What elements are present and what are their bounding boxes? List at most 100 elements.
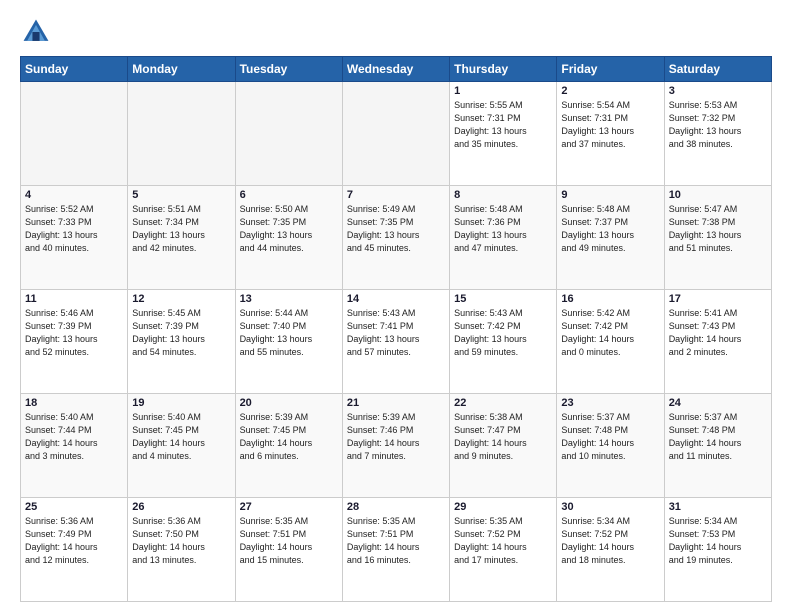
day-number: 2 <box>561 85 659 97</box>
calendar-cell: 16 Sunrise: 5:42 AM Sunset: 7:42 PM Dayli… <box>557 290 664 394</box>
day-number: 4 <box>25 189 123 201</box>
day-info: Sunrise: 5:38 AM Sunset: 7:47 PM Dayligh… <box>454 411 552 463</box>
day-info: Sunrise: 5:35 AM Sunset: 7:51 PM Dayligh… <box>240 515 338 567</box>
calendar-cell: 15 Sunrise: 5:43 AM Sunset: 7:42 PM Dayli… <box>450 290 557 394</box>
calendar-cell: 12 Sunrise: 5:45 AM Sunset: 7:39 PM Dayli… <box>128 290 235 394</box>
page: SundayMondayTuesdayWednesdayThursdayFrid… <box>0 0 792 612</box>
calendar-header-row: SundayMondayTuesdayWednesdayThursdayFrid… <box>21 57 772 82</box>
calendar-cell: 28 Sunrise: 5:35 AM Sunset: 7:51 PM Dayli… <box>342 498 449 602</box>
day-number: 31 <box>669 501 767 513</box>
day-info: Sunrise: 5:44 AM Sunset: 7:40 PM Dayligh… <box>240 307 338 359</box>
day-info: Sunrise: 5:48 AM Sunset: 7:37 PM Dayligh… <box>561 203 659 255</box>
day-number: 29 <box>454 501 552 513</box>
day-info: Sunrise: 5:39 AM Sunset: 7:45 PM Dayligh… <box>240 411 338 463</box>
calendar-cell: 9 Sunrise: 5:48 AM Sunset: 7:37 PM Daylig… <box>557 186 664 290</box>
calendar-cell: 1 Sunrise: 5:55 AM Sunset: 7:31 PM Daylig… <box>450 82 557 186</box>
day-info: Sunrise: 5:35 AM Sunset: 7:51 PM Dayligh… <box>347 515 445 567</box>
calendar-cell: 29 Sunrise: 5:35 AM Sunset: 7:52 PM Dayli… <box>450 498 557 602</box>
day-info: Sunrise: 5:53 AM Sunset: 7:32 PM Dayligh… <box>669 99 767 151</box>
day-info: Sunrise: 5:55 AM Sunset: 7:31 PM Dayligh… <box>454 99 552 151</box>
calendar-cell: 5 Sunrise: 5:51 AM Sunset: 7:34 PM Daylig… <box>128 186 235 290</box>
day-info: Sunrise: 5:47 AM Sunset: 7:38 PM Dayligh… <box>669 203 767 255</box>
calendar-header-thursday: Thursday <box>450 57 557 82</box>
calendar-cell <box>342 82 449 186</box>
day-number: 12 <box>132 293 230 305</box>
day-info: Sunrise: 5:43 AM Sunset: 7:42 PM Dayligh… <box>454 307 552 359</box>
day-info: Sunrise: 5:51 AM Sunset: 7:34 PM Dayligh… <box>132 203 230 255</box>
day-info: Sunrise: 5:41 AM Sunset: 7:43 PM Dayligh… <box>669 307 767 359</box>
day-info: Sunrise: 5:37 AM Sunset: 7:48 PM Dayligh… <box>561 411 659 463</box>
day-info: Sunrise: 5:52 AM Sunset: 7:33 PM Dayligh… <box>25 203 123 255</box>
day-number: 18 <box>25 397 123 409</box>
day-number: 8 <box>454 189 552 201</box>
calendar-header-wednesday: Wednesday <box>342 57 449 82</box>
calendar-cell: 26 Sunrise: 5:36 AM Sunset: 7:50 PM Dayli… <box>128 498 235 602</box>
calendar-cell: 22 Sunrise: 5:38 AM Sunset: 7:47 PM Dayli… <box>450 394 557 498</box>
calendar-cell: 4 Sunrise: 5:52 AM Sunset: 7:33 PM Daylig… <box>21 186 128 290</box>
day-info: Sunrise: 5:37 AM Sunset: 7:48 PM Dayligh… <box>669 411 767 463</box>
day-info: Sunrise: 5:48 AM Sunset: 7:36 PM Dayligh… <box>454 203 552 255</box>
calendar-cell: 30Sunrise: 5:34 AM Sunset: 7:52 PM Dayli… <box>557 498 664 602</box>
calendar-header-sunday: Sunday <box>21 57 128 82</box>
day-number: 17 <box>669 293 767 305</box>
day-info: Sunrise: 5:54 AM Sunset: 7:31 PM Dayligh… <box>561 99 659 151</box>
calendar-cell <box>235 82 342 186</box>
calendar-cell: 6 Sunrise: 5:50 AM Sunset: 7:35 PM Daylig… <box>235 186 342 290</box>
calendar-cell: 13 Sunrise: 5:44 AM Sunset: 7:40 PM Dayli… <box>235 290 342 394</box>
calendar-cell: 18 Sunrise: 5:40 AM Sunset: 7:44 PM Dayli… <box>21 394 128 498</box>
day-info: Sunrise: 5:49 AM Sunset: 7:35 PM Dayligh… <box>347 203 445 255</box>
day-info: Sunrise: 5:43 AM Sunset: 7:41 PM Dayligh… <box>347 307 445 359</box>
day-number: 7 <box>347 189 445 201</box>
day-number: 3 <box>669 85 767 97</box>
calendar-cell: 7 Sunrise: 5:49 AM Sunset: 7:35 PM Daylig… <box>342 186 449 290</box>
day-info: Sunrise: 5:45 AM Sunset: 7:39 PM Dayligh… <box>132 307 230 359</box>
day-info: Sunrise: 5:39 AM Sunset: 7:46 PM Dayligh… <box>347 411 445 463</box>
day-number: 1 <box>454 85 552 97</box>
day-number: 25 <box>25 501 123 513</box>
calendar-cell: 10Sunrise: 5:47 AM Sunset: 7:38 PM Dayli… <box>664 186 771 290</box>
day-number: 6 <box>240 189 338 201</box>
calendar-cell: 14 Sunrise: 5:43 AM Sunset: 7:41 PM Dayli… <box>342 290 449 394</box>
calendar-cell: 25 Sunrise: 5:36 AM Sunset: 7:49 PM Dayli… <box>21 498 128 602</box>
calendar-cell: 8 Sunrise: 5:48 AM Sunset: 7:36 PM Daylig… <box>450 186 557 290</box>
calendar-week-2: 4 Sunrise: 5:52 AM Sunset: 7:33 PM Daylig… <box>21 186 772 290</box>
day-info: Sunrise: 5:34 AM Sunset: 7:52 PM Dayligh… <box>561 515 659 567</box>
day-info: Sunrise: 5:36 AM Sunset: 7:49 PM Dayligh… <box>25 515 123 567</box>
day-info: Sunrise: 5:34 AM Sunset: 7:53 PM Dayligh… <box>669 515 767 567</box>
day-number: 28 <box>347 501 445 513</box>
day-number: 16 <box>561 293 659 305</box>
calendar-cell <box>128 82 235 186</box>
calendar-header-saturday: Saturday <box>664 57 771 82</box>
calendar-cell: 21 Sunrise: 5:39 AM Sunset: 7:46 PM Dayli… <box>342 394 449 498</box>
logo <box>20 16 56 48</box>
day-number: 14 <box>347 293 445 305</box>
calendar-cell: 2 Sunrise: 5:54 AM Sunset: 7:31 PM Daylig… <box>557 82 664 186</box>
day-number: 9 <box>561 189 659 201</box>
calendar-cell: 27Sunrise: 5:35 AM Sunset: 7:51 PM Dayli… <box>235 498 342 602</box>
calendar-week-5: 25 Sunrise: 5:36 AM Sunset: 7:49 PM Dayli… <box>21 498 772 602</box>
day-number: 21 <box>347 397 445 409</box>
day-number: 5 <box>132 189 230 201</box>
day-number: 26 <box>132 501 230 513</box>
calendar-cell: 23Sunrise: 5:37 AM Sunset: 7:48 PM Dayli… <box>557 394 664 498</box>
day-info: Sunrise: 5:36 AM Sunset: 7:50 PM Dayligh… <box>132 515 230 567</box>
day-info: Sunrise: 5:50 AM Sunset: 7:35 PM Dayligh… <box>240 203 338 255</box>
calendar-header-monday: Monday <box>128 57 235 82</box>
day-number: 19 <box>132 397 230 409</box>
calendar-cell: 24Sunrise: 5:37 AM Sunset: 7:48 PM Dayli… <box>664 394 771 498</box>
day-number: 15 <box>454 293 552 305</box>
calendar-week-1: 1 Sunrise: 5:55 AM Sunset: 7:31 PM Daylig… <box>21 82 772 186</box>
calendar-cell: 3 Sunrise: 5:53 AM Sunset: 7:32 PM Daylig… <box>664 82 771 186</box>
day-number: 11 <box>25 293 123 305</box>
day-info: Sunrise: 5:40 AM Sunset: 7:45 PM Dayligh… <box>132 411 230 463</box>
day-info: Sunrise: 5:42 AM Sunset: 7:42 PM Dayligh… <box>561 307 659 359</box>
calendar-cell: 31 Sunrise: 5:34 AM Sunset: 7:53 PM Dayli… <box>664 498 771 602</box>
day-info: Sunrise: 5:40 AM Sunset: 7:44 PM Dayligh… <box>25 411 123 463</box>
day-number: 13 <box>240 293 338 305</box>
day-number: 22 <box>454 397 552 409</box>
logo-icon <box>20 16 52 48</box>
calendar-cell: 17 Sunrise: 5:41 AM Sunset: 7:43 PM Dayli… <box>664 290 771 394</box>
calendar-cell <box>21 82 128 186</box>
calendar-week-3: 11Sunrise: 5:46 AM Sunset: 7:39 PM Dayli… <box>21 290 772 394</box>
day-info: Sunrise: 5:35 AM Sunset: 7:52 PM Dayligh… <box>454 515 552 567</box>
